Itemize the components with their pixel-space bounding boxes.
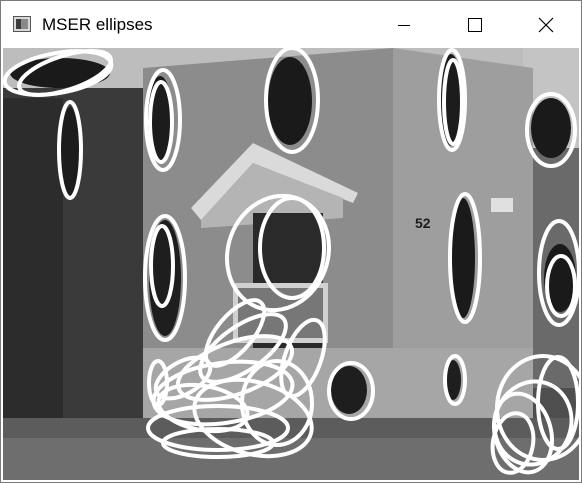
image-app-icon (13, 16, 31, 32)
house-number: 52 (415, 215, 431, 231)
app-window: MSER ellipses 52 (0, 0, 582, 483)
mser-image: 52 (3, 48, 579, 480)
window-title: MSER ellipses (42, 15, 153, 34)
house-photo: 52 (3, 48, 579, 480)
minimize-icon (398, 24, 410, 26)
image-canvas: 52 (3, 48, 579, 480)
maximize-icon (468, 17, 482, 32)
minimize-button[interactable] (381, 1, 427, 48)
maximize-button[interactable] (452, 1, 498, 48)
close-button[interactable] (523, 1, 569, 48)
title-bar[interactable]: MSER ellipses (1, 1, 581, 48)
close-icon (538, 17, 554, 32)
